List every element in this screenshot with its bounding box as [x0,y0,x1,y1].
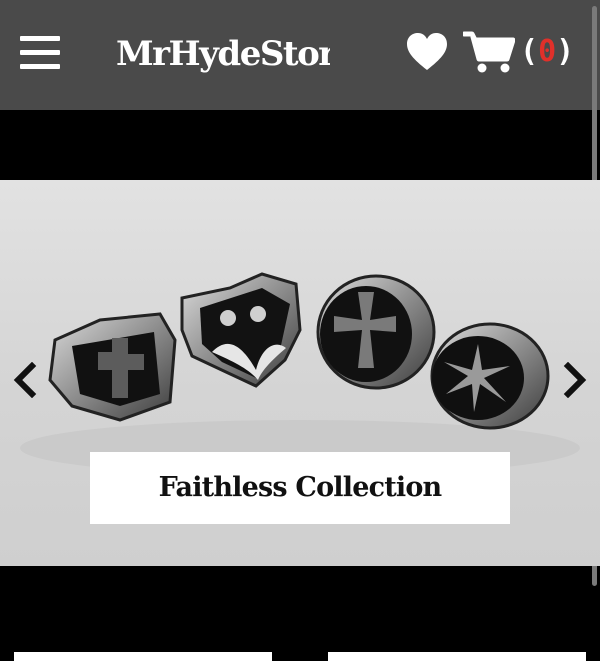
product-card-left[interactable] [14,652,272,661]
collection-caption[interactable]: Faithless Collection [90,452,510,524]
store-logo[interactable]: MrHydeStore [116,28,330,80]
cart-count-value: 0 [538,34,557,69]
cart-count-badge[interactable]: (0) [520,30,578,74]
hero-slider: Faithless Collection [0,180,600,566]
shopping-cart-icon[interactable] [461,30,516,74]
chevron-left-icon[interactable] [12,361,38,399]
top-header: MrHydeStore (0) [0,0,600,110]
product-card-right[interactable] [328,652,586,661]
chevron-right-icon[interactable] [562,361,588,399]
heart-icon[interactable] [405,32,449,72]
hamburger-menu-icon[interactable] [20,34,62,70]
cart-count-open: ( [520,34,539,69]
cart-count-close: ) [556,34,575,69]
